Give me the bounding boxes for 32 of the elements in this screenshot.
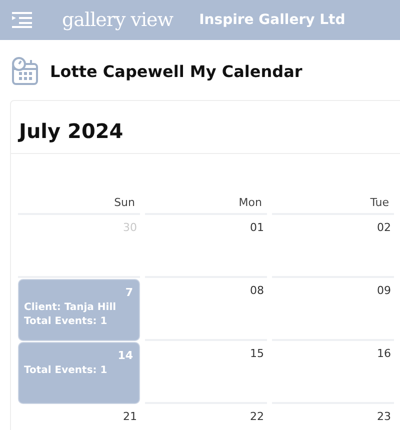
day-number: 14	[118, 349, 133, 362]
company-name: Inspire Gallery Ltd	[199, 12, 346, 28]
day-cell[interactable]: 22	[145, 404, 267, 430]
day-number: 09	[377, 284, 391, 297]
day-number: 01	[250, 221, 264, 234]
event-summary: Total Events: 1	[24, 365, 108, 376]
day-cell[interactable]: 21	[18, 404, 140, 430]
event-summary: Client: Tanja Hill	[24, 302, 116, 313]
calendar-clock-icon	[10, 56, 40, 86]
menu-icon[interactable]	[12, 12, 32, 28]
day-cell[interactable]: 08	[145, 278, 267, 341]
day-cell[interactable]: 01	[145, 215, 267, 278]
page-title: Lotte Capewell My Calendar	[50, 62, 302, 80]
day-number: 22	[250, 410, 264, 423]
logo: gallery view	[62, 9, 174, 31]
event-summary: Total Events: 1	[24, 316, 108, 327]
day-number: 23	[377, 410, 391, 423]
weekday-header: Mon	[145, 196, 267, 215]
day-cell[interactable]: 16	[272, 341, 394, 404]
day-number: 15	[250, 347, 264, 360]
day-number: 7	[125, 286, 133, 299]
day-cell[interactable]: 15	[145, 341, 267, 404]
month-title: July 2024	[19, 118, 124, 145]
weekday-header: Tue	[272, 196, 394, 215]
day-cell[interactable]: 02	[272, 215, 394, 278]
day-cell[interactable]: 09	[272, 278, 394, 341]
weekday-header: Sun	[18, 196, 140, 215]
day-cell[interactable]: 23	[272, 404, 394, 430]
day-number: 02	[377, 221, 391, 234]
day-number: 08	[250, 284, 264, 297]
day-number: 16	[377, 347, 391, 360]
day-number: 21	[123, 410, 137, 423]
